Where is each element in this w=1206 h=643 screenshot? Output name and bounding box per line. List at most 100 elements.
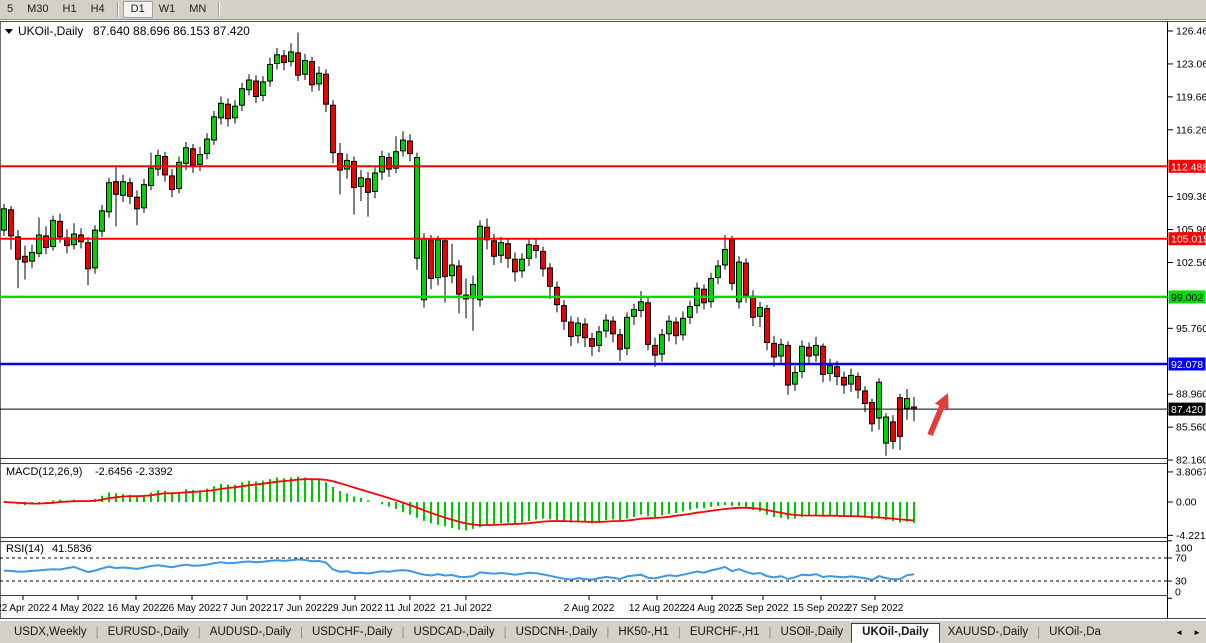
- up-arrow-icon[interactable]: [927, 393, 948, 436]
- bull-candle: [527, 245, 532, 259]
- bull-candle: [800, 346, 805, 371]
- timeframe-toolbar: 5M30H1H4 D1W1MN: [0, 0, 1206, 20]
- tab-usdcad-daily[interactable]: USDCAD-,Daily: [405, 623, 502, 642]
- bull-candle: [100, 211, 105, 231]
- bull-candle: [121, 182, 126, 196]
- bull-candle: [198, 155, 203, 165]
- bear-candle: [170, 176, 175, 190]
- bear-candle: [534, 246, 539, 251]
- bear-candle: [590, 339, 595, 347]
- price-tick-label: 126.460: [1176, 26, 1206, 38]
- tab-usdchf-daily[interactable]: USDCHF-,Daily: [304, 623, 401, 642]
- bull-candle: [716, 266, 721, 278]
- price-level-badge-label: 87.420: [1171, 404, 1203, 416]
- bear-candle: [772, 343, 777, 357]
- bear-candle: [870, 403, 875, 424]
- bear-candle: [863, 391, 868, 404]
- price-tick-label: 95.760: [1176, 323, 1206, 335]
- bear-candle: [310, 62, 315, 85]
- price-level-badge-label: 92.078: [1171, 359, 1203, 371]
- symbol-dropdown-icon[interactable]: [5, 29, 13, 34]
- rsi-pane[interactable]: [0, 558, 1168, 581]
- tab-hk50-h1[interactable]: HK50-,H1: [610, 623, 677, 642]
- timeframe-button-w1[interactable]: W1: [152, 2, 183, 17]
- bull-candle: [275, 55, 280, 64]
- rsi-indicator-value: 41.5836: [52, 543, 92, 555]
- timeframe-button-h1[interactable]: H1: [56, 2, 84, 17]
- toolbar-separator: [117, 2, 119, 17]
- bull-candle: [478, 226, 483, 300]
- bear-candle: [730, 240, 735, 284]
- tab-eurchf-h1[interactable]: EURCHF-,H1: [682, 623, 768, 642]
- timeframe-button-5[interactable]: 5: [0, 2, 20, 17]
- bear-candle: [541, 251, 546, 268]
- tab-usoil-daily[interactable]: USOil-,Daily: [773, 623, 852, 642]
- bear-candle: [891, 422, 896, 441]
- bear-candle: [856, 376, 861, 390]
- bull-candle: [814, 345, 819, 355]
- bear-candle: [821, 346, 826, 374]
- bull-candle: [233, 106, 238, 118]
- bear-candle: [366, 179, 371, 193]
- bear-candle: [254, 81, 259, 97]
- timeframe-button-d1[interactable]: D1: [124, 2, 152, 17]
- bear-candle: [191, 149, 196, 166]
- rsi-line: [4, 559, 914, 580]
- tab-scroll-left-icon[interactable]: ◄: [1170, 628, 1188, 637]
- price-axis[interactable]: [1168, 22, 1206, 618]
- chart-tabs: USDX,Weekly|EURUSD-,Daily|AUDUSD-,Daily|…: [0, 623, 1206, 643]
- tab-ukoil-daily[interactable]: UKOil-,Daily: [851, 623, 939, 643]
- bull-candle: [576, 323, 581, 336]
- date-label: 5 Sep 2022: [737, 603, 789, 614]
- bull-candle: [905, 399, 910, 409]
- tab-usdcnh-daily[interactable]: USDCNH-,Daily: [508, 623, 606, 642]
- date-label: 17 Jun 2022: [272, 603, 327, 614]
- bear-candle: [548, 268, 553, 286]
- tab-ukoil-da[interactable]: UKOil-,Da: [1041, 623, 1109, 642]
- level-lines-layer[interactable]: [0, 166, 1168, 409]
- bull-candle: [415, 158, 420, 259]
- tab-usdx-weekly[interactable]: USDX,Weekly: [6, 623, 95, 642]
- bull-candle: [51, 220, 56, 246]
- bear-candle: [331, 105, 336, 153]
- bear-candle: [513, 259, 518, 272]
- timeframe-button-h4[interactable]: H4: [84, 2, 112, 17]
- date-label: 24 Aug 2022: [684, 603, 741, 614]
- timeframe-button-mn[interactable]: MN: [182, 2, 213, 17]
- date-axis[interactable]: 22 Apr 20224 May 202216 May 202226 May 2…: [0, 596, 904, 614]
- bear-candle: [674, 322, 679, 336]
- chart-tab-bar: USDX,Weekly|EURUSD-,Daily|AUDUSD-,Daily|…: [0, 620, 1206, 643]
- bear-candle: [562, 306, 567, 322]
- tab-xauusd-daily[interactable]: XAUUSD-,Daily: [940, 623, 1037, 642]
- date-label: 2 Aug 2022: [564, 603, 615, 614]
- price-tick-label: 123.060: [1176, 58, 1206, 70]
- tab-scroll-right-icon[interactable]: ►: [1188, 628, 1206, 637]
- bull-candle: [219, 103, 224, 118]
- bull-candle: [632, 310, 637, 317]
- bear-candle: [492, 241, 497, 256]
- bull-candle: [30, 252, 35, 261]
- bull-candle: [359, 178, 364, 187]
- bear-candle: [387, 158, 392, 170]
- tab-eurusd-daily[interactable]: EURUSD-,Daily: [100, 623, 197, 642]
- date-label: 15 Sep 2022: [793, 603, 850, 614]
- bull-candle: [758, 308, 763, 317]
- bear-candle: [338, 154, 343, 171]
- tab-audusd-daily[interactable]: AUDUSD-,Daily: [202, 623, 299, 642]
- rsi-indicator-label: RSI(14): [6, 543, 44, 555]
- bear-candle: [765, 309, 770, 343]
- rsi-tick-label: 0: [1175, 587, 1181, 599]
- bull-candle: [877, 382, 882, 418]
- price-level-badge-label: 99.002: [1171, 292, 1203, 304]
- bull-candle: [499, 243, 504, 256]
- candles-layer[interactable]: [2, 33, 917, 456]
- bear-candle: [835, 367, 840, 377]
- bear-candle: [506, 244, 511, 259]
- arrow-annotation-layer[interactable]: [927, 393, 948, 436]
- price-tick-label: 85.560: [1176, 422, 1206, 434]
- chart-canvas[interactable]: 126.460123.060119.660116.260109.360105.9…: [0, 0, 1206, 643]
- macd-pane[interactable]: [4, 477, 914, 531]
- price-level-badge-label: 105.015: [1171, 234, 1206, 246]
- bear-candle: [618, 335, 623, 350]
- timeframe-button-m30[interactable]: M30: [20, 2, 55, 17]
